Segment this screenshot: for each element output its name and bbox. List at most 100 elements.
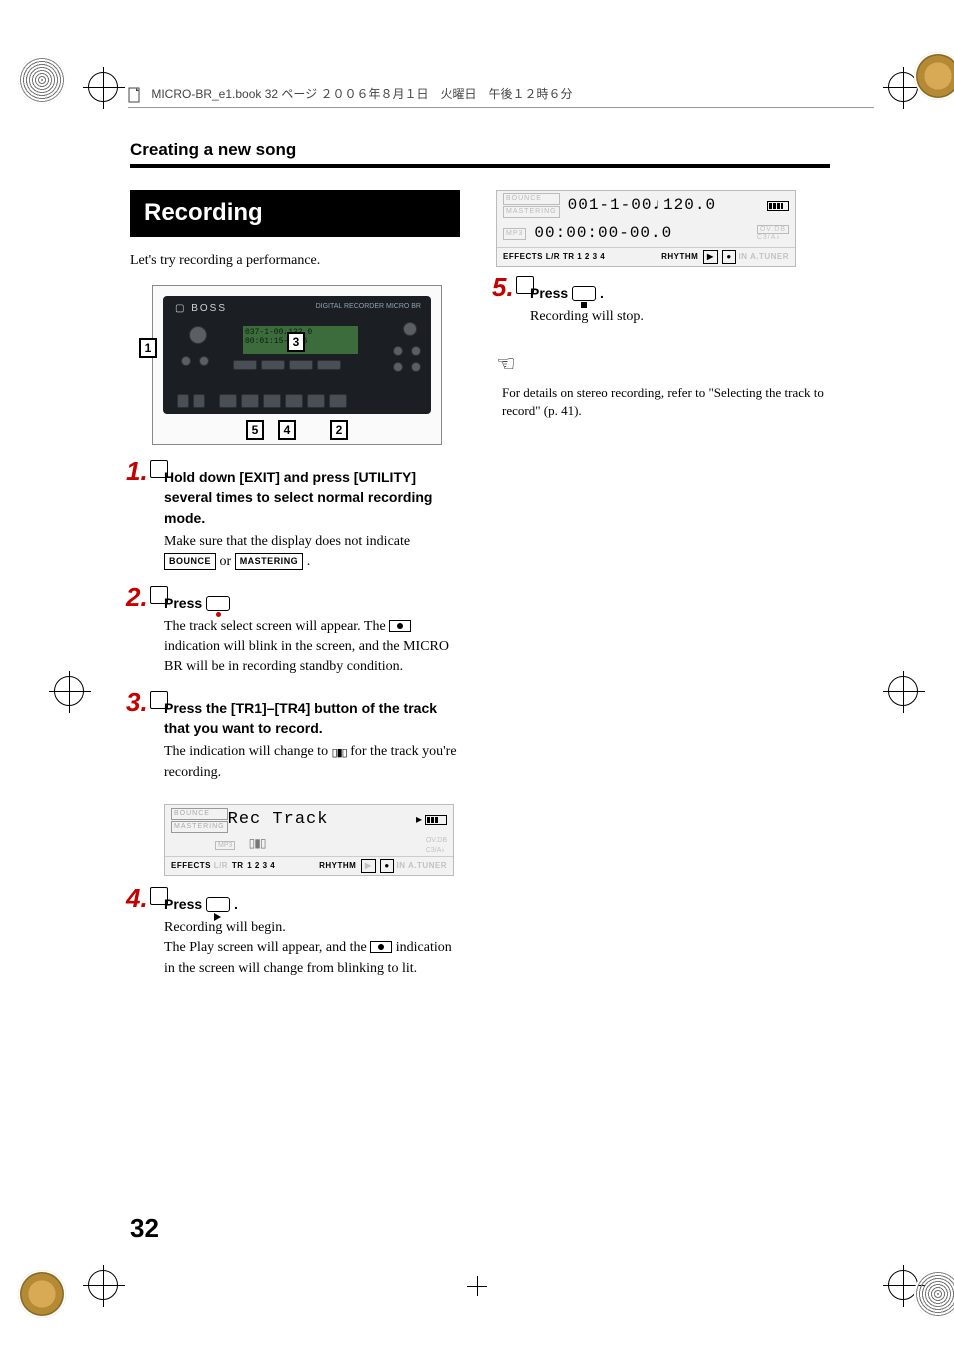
registration-mark [914, 52, 954, 100]
step-body: Recording will begin. The Play screen wi… [164, 918, 460, 979]
figure-callout-4: 4 [278, 420, 296, 440]
page-title: Creating a new song [130, 140, 830, 160]
step-number: 2. [126, 579, 168, 617]
device-transport-button [219, 394, 237, 408]
lcd-label: A.TUNER [408, 861, 447, 870]
hint-block: ☞ For details on stereo recording, refer… [496, 348, 826, 422]
lcd-rec-track: BOUNCE MASTERING Rec Track MP3 ▯▮▯ OV.DB… [164, 804, 454, 876]
lcd-label: 1 2 3 4 [577, 252, 605, 261]
step-number: 5. [492, 269, 534, 307]
cross-mark [54, 676, 84, 706]
step-number: 1. [126, 453, 168, 491]
page-title-rule [130, 164, 830, 168]
right-column: BOUNCE MASTERING 001-1-00♩120.0 MP3 00:0… [496, 190, 826, 999]
figure-callout-3: 3 [287, 332, 305, 352]
cross-mark [888, 676, 918, 706]
lcd-line1: 001-1-00♩120.0 [568, 194, 716, 217]
device-transport-button [241, 394, 259, 408]
step-number-text: 1. [126, 456, 148, 486]
lcd-label: A.TUNER [750, 252, 789, 261]
record-button-icon [206, 596, 230, 611]
play-button-icon [206, 897, 230, 912]
step-number-box-icon [150, 887, 168, 905]
step-number-text: 2. [126, 582, 148, 612]
lcd-track-indicator: MP3 ▯▮▯ OV.DBC3/A♭ [165, 836, 453, 856]
step-body-text: indication will blink in the screen, and… [164, 639, 449, 674]
step-body-or: or [220, 554, 235, 569]
print-header-text: MICRO-BR_e1.book 32 ページ ２００６年８月１日 火曜日 午後… [151, 87, 572, 101]
lcd-badge: MASTERING [171, 821, 228, 833]
lcd-label: 1 2 3 4 [247, 861, 275, 870]
step-number-text: 3. [126, 687, 148, 717]
step-number-text: 4. [126, 883, 148, 913]
step-number-box-icon [150, 460, 168, 478]
step-heading-post: . [600, 285, 604, 301]
step-number-text: 5. [492, 272, 514, 302]
intro-text: Let's try recording a performance. [130, 251, 460, 271]
device-knob [403, 322, 417, 336]
registration-mark [18, 1270, 66, 1318]
device-transport-button [329, 394, 347, 408]
device-transport-button [193, 394, 205, 408]
step-body: Make sure that the display does not indi… [164, 532, 460, 573]
figure-callout-2: 2 [330, 420, 348, 440]
mastering-label-icon: MASTERING [235, 553, 304, 570]
device-brand: BOSS [175, 302, 227, 317]
device-transport-button [285, 394, 303, 408]
lcd-badge: MASTERING [503, 206, 560, 218]
lcd-right-badges: OV.DB C3/A♭ [757, 226, 789, 242]
device-track-button [233, 360, 257, 370]
lcd-side-badges: MP3 [503, 228, 526, 240]
battery-icon [767, 201, 789, 211]
device-transport-button [307, 394, 325, 408]
device-knob [189, 326, 207, 344]
bounce-label-icon: BOUNCE [164, 553, 216, 570]
device-transport-button [177, 394, 189, 408]
figure-callout-1: 1 [139, 338, 157, 358]
page-number: 32 [130, 1213, 159, 1244]
device-figure: BOSS DIGITAL RECORDER MICRO BR 037-1-00♩… [152, 285, 442, 445]
cross-mark [88, 1270, 118, 1300]
device-knob [393, 362, 403, 372]
step-number-box-icon [516, 276, 534, 294]
step-heading: Press the [TR1]–[TR4] button of the trac… [164, 698, 460, 739]
step-body-text: The indication will change to [164, 744, 332, 759]
lcd-side-badges: BOUNCE MASTERING [503, 193, 560, 218]
device-knob [411, 346, 421, 356]
lcd-label: TR [563, 252, 575, 261]
step-body-text: Make sure that the display does not indi… [164, 534, 410, 549]
step-body: Recording will stop. [530, 307, 826, 327]
device-knob [181, 356, 191, 366]
lcd-label: RHYTHM [661, 252, 698, 261]
device-track-button [289, 360, 313, 370]
print-header: MICRO-BR_e1.book 32 ページ ２００６年８月１日 火曜日 午後… [128, 85, 874, 112]
battery-icon [425, 815, 447, 825]
step-3: 3. Press the [TR1]–[TR4] button of the t… [130, 698, 460, 784]
registration-mark [914, 1270, 954, 1318]
device-knob [393, 346, 403, 356]
record-indicator-icon [389, 620, 411, 632]
step-number: 4. [126, 880, 168, 918]
step-body-end: . [307, 554, 311, 569]
device-track-button [261, 360, 285, 370]
lcd-badge: MP3 [215, 841, 235, 850]
device-knob [199, 356, 209, 366]
registration-mark [18, 56, 66, 104]
lcd-label: EFFECTS [171, 861, 211, 870]
device-track-button [317, 360, 341, 370]
stop-button-icon [572, 286, 596, 301]
lcd-badge: BOUNCE [503, 193, 560, 205]
hint-hand-icon: ☞ [496, 348, 516, 380]
step-heading-pre: Press [164, 896, 206, 912]
step-heading-pre: Press [164, 595, 206, 611]
step-heading-pre: Press [530, 285, 572, 301]
step-heading: Hold down [EXIT] and press [UTILITY] sev… [164, 467, 460, 528]
play-btn-icon: ▶ [703, 250, 718, 264]
lcd-badge: MP3 [503, 228, 526, 240]
record-indicator-icon [370, 941, 392, 953]
step-number-box-icon [150, 586, 168, 604]
lcd-label: RHYTHM [319, 861, 356, 870]
lcd-label: L/R [546, 252, 560, 261]
lcd-side-badges: BOUNCE MASTERING [171, 808, 228, 833]
lcd-bottom-bar: EFFECTS L/R TR 1 2 3 4 RHYTHM ▶ ● IN A.T… [497, 247, 795, 266]
